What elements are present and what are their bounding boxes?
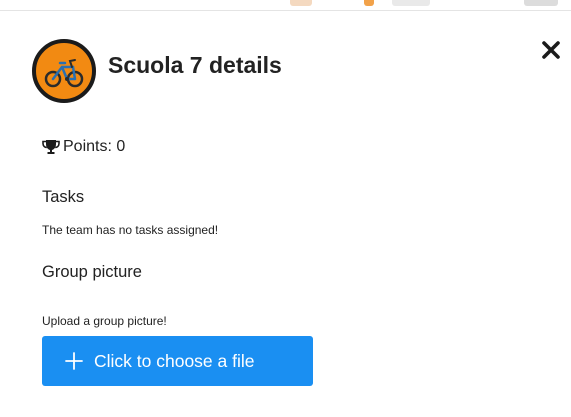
points-label: Points: 0 [63, 138, 126, 155]
dialog-title: Scuola 7 details [108, 52, 282, 78]
team-avatar [32, 39, 96, 103]
upload-message: Upload a group picture! [42, 314, 167, 328]
tasks-heading: Tasks [42, 188, 85, 206]
group-picture-heading: Group picture [42, 263, 142, 281]
trophy-icon [42, 140, 60, 154]
close-icon[interactable] [539, 38, 563, 62]
partial-element [524, 0, 558, 6]
bicycle-avatar-icon [44, 59, 84, 88]
partial-element [290, 0, 312, 6]
plus-icon [65, 352, 83, 370]
tasks-message: The team has no tasks assigned! [42, 223, 219, 237]
divider [0, 10, 571, 11]
team-details-dialog: Scuola 7 details Points: 0 Tasks The tea… [0, 12, 571, 417]
partial-element [364, 0, 374, 6]
points-row: Points: 0 [42, 138, 125, 156]
choose-file-button-label: Click to choose a file [94, 350, 255, 371]
top-strip [0, 0, 571, 12]
choose-file-button[interactable]: Click to choose a file [42, 336, 313, 386]
partial-element [392, 0, 430, 6]
